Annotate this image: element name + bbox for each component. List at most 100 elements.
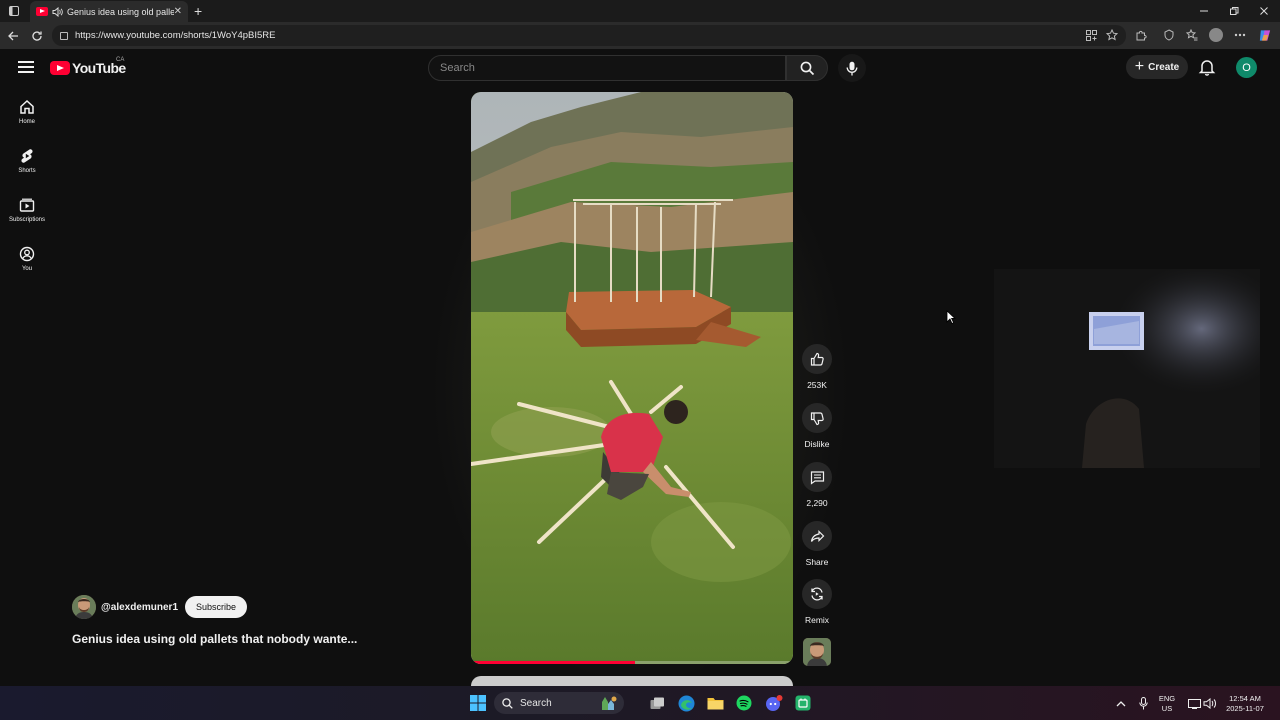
share-button[interactable]: Share [799,521,835,567]
refresh-button[interactable] [27,26,47,46]
tab-close-button[interactable]: ✕ [174,6,182,17]
browser-tab-active[interactable]: Genius idea using old palle... ✕ [30,1,188,22]
spotify-icon [736,695,752,711]
close-window-button[interactable] [1248,0,1280,22]
microphone-tray-button[interactable] [1133,693,1153,713]
search-input[interactable]: Search [428,55,786,81]
folder-icon [707,698,723,710]
like-button[interactable]: 253K [799,344,835,390]
spotify-button[interactable] [734,693,754,713]
shorts-icon [21,149,33,163]
guide-menu-icon[interactable] [18,61,34,73]
speaker-icon [1203,697,1216,709]
search-placeholder: Search [440,62,475,74]
show-hidden-icons-button[interactable] [1111,693,1131,713]
shorts-video-player[interactable] [471,92,793,664]
back-button[interactable] [3,26,23,46]
more-menu-icon[interactable] [1233,28,1247,42]
sidebar-item-label: Shorts [18,168,36,174]
taskbar-clock[interactable]: 12:54 AM 2025-11-07 [1222,694,1268,714]
copilot-icon[interactable] [1258,28,1272,42]
windows-taskbar: Search ENG US 12:54 AM 2025-11-07 [0,686,1280,720]
sidebar-item-home[interactable]: Home [0,91,54,140]
taskbar-search[interactable]: Search [494,692,624,714]
microphone-icon [846,61,858,75]
search-highlight-icon [602,696,617,710]
channel-name[interactable]: @alexdemuner1 [101,602,178,613]
channel-avatar-image [72,595,96,619]
task-view-button[interactable] [647,693,667,713]
start-button[interactable] [468,693,488,713]
clock-date: 2025-11-07 [1226,704,1264,713]
subscribe-button[interactable]: Subscribe [185,596,248,618]
file-explorer-button[interactable] [705,693,725,713]
create-label: Create [1148,61,1180,73]
tab-actions-icon[interactable] [0,0,28,22]
sidebar-item-subscriptions[interactable]: Subscriptions [0,189,54,238]
windows-logo-icon [470,695,486,711]
network-icon [1187,698,1201,709]
input-language: ENG [1158,694,1176,703]
chevron-up-icon [1116,700,1126,706]
short-title[interactable]: Genius idea using old pallets that nobod… [72,632,357,646]
share-icon [810,529,824,542]
short-metadata: @alexdemuner1 Subscribe [72,595,248,619]
favorite-star-icon[interactable] [1105,28,1119,42]
input-region: US [1161,704,1173,713]
favorites-icon[interactable] [1185,28,1199,42]
taskbar-edge-button[interactable] [676,693,696,713]
browser-tab-strip: Genius idea using old palle... ✕ + [0,0,1280,22]
mouse-cursor-icon [946,310,956,324]
channel-avatar[interactable] [72,595,96,619]
dislike-button[interactable]: Dislike [799,403,835,449]
video-progress-fill [471,661,636,664]
account-avatar[interactable]: O [1236,57,1257,78]
youtube-favicon-icon [36,7,48,16]
sidebar-item-shorts[interactable]: Shorts [0,140,54,189]
minimize-button[interactable] [1188,0,1220,22]
video-progress-bar[interactable] [471,661,793,664]
restore-button[interactable] [1218,0,1250,22]
plus-icon: + [1134,58,1145,75]
remix-icon [811,587,823,601]
search-icon [800,61,814,75]
youtube-play-icon [50,61,70,75]
browser-essentials-icon[interactable] [1162,28,1176,42]
volume-tray-button[interactable] [1200,693,1220,713]
speaker-icon[interactable] [52,6,63,17]
comments-button[interactable]: 2,290 [799,462,835,508]
app-available-icon[interactable] [1084,28,1098,42]
taskbar-search-label: Search [520,697,552,709]
youtube-page: YouTube CA Search + Create O Home Shorts [0,49,1280,689]
comment-icon [810,470,824,485]
you-icon [19,246,35,262]
green-app-button[interactable] [793,693,813,713]
channel-thumbnail-button[interactable] [803,638,831,666]
comment-count: 2,290 [806,498,828,508]
input-language-indicator[interactable]: ENG US [1152,694,1182,714]
voice-search-button[interactable] [838,54,866,82]
clock-time: 12:54 AM [1229,694,1261,703]
youtube-logo[interactable]: YouTube CA [50,57,126,76]
notifications-button[interactable] [1198,58,1218,78]
app-icon [795,695,811,711]
discord-icon [766,695,783,711]
url-text: https://www.youtube.com/shorts/1WoY4pBI5… [75,30,276,41]
search-button[interactable] [786,55,828,81]
remix-button[interactable]: Remix [799,579,835,625]
profile-icon[interactable] [1209,28,1223,42]
sidebar-item-you[interactable]: You [0,238,54,287]
new-tab-button[interactable]: + [194,3,202,19]
channel-row: @alexdemuner1 Subscribe [72,595,248,619]
search-icon [502,697,513,709]
create-button[interactable]: + Create [1126,55,1188,79]
browser-address-bar: https://www.youtube.com/shorts/1WoY4pBI5… [0,22,1280,49]
sidebar-item-label: You [21,266,33,272]
discord-button[interactable] [764,693,784,713]
extensions-icon[interactable] [1134,28,1148,42]
url-field[interactable]: https://www.youtube.com/shorts/1WoY4pBI5… [52,25,1126,46]
page-info-icon[interactable] [60,31,68,40]
picture-in-picture-window[interactable] [994,269,1260,468]
tab-title: Genius idea using old palle... [67,6,174,17]
channel-avatar-image [803,638,831,666]
